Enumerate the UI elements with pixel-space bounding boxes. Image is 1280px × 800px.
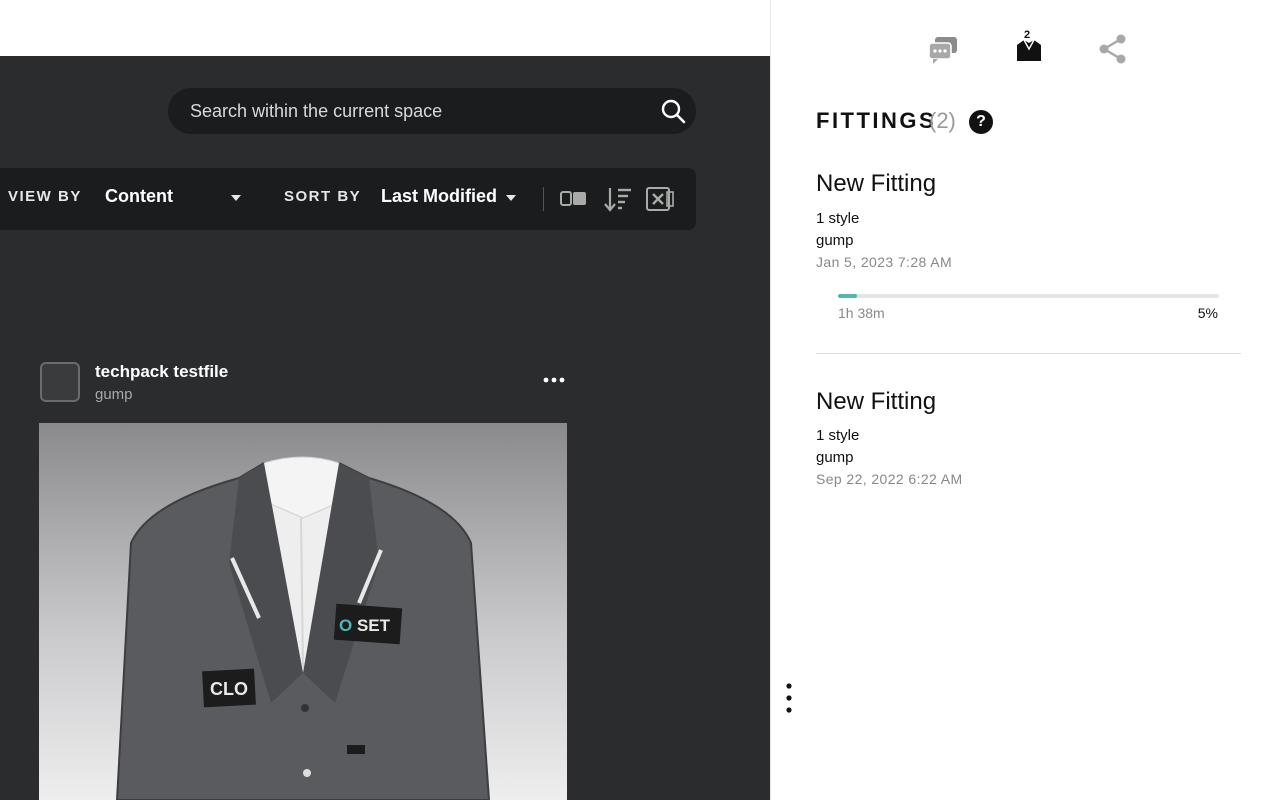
progress-bar <box>838 294 1219 298</box>
panel-resize-handle-icon[interactable] <box>785 682 793 716</box>
side-panel: 2 FITTINGS (2) ? New Fitting 1 style gum… <box>770 0 1280 800</box>
fittings-count: (2) <box>929 108 956 133</box>
fitting-style-count: 1 style <box>816 210 860 227</box>
fitting-tab[interactable]: 2 <box>1013 29 1045 65</box>
chevron-down-icon[interactable] <box>231 195 241 201</box>
sort-by-label: SORT BY <box>284 188 362 205</box>
clo-badge-text: CLO <box>210 679 248 699</box>
select-checkbox[interactable] <box>40 362 80 402</box>
help-icon[interactable]: ? <box>969 110 993 134</box>
sort-by-value[interactable]: Last Modified <box>381 186 497 207</box>
panel-title: FITTINGS <box>816 108 937 133</box>
fitting-owner: gump <box>816 449 854 466</box>
progress-fill <box>838 294 858 298</box>
card-title[interactable]: techpack testfile <box>95 362 228 382</box>
fitting-style-count: 1 style <box>816 427 860 444</box>
fitting-owner: gump <box>816 232 854 249</box>
more-options-icon[interactable] <box>542 372 566 388</box>
fitting-name[interactable]: New Fitting <box>816 170 936 198</box>
search-placeholder[interactable]: Search within the current space <box>190 101 442 122</box>
view-by-label: VIEW BY <box>8 188 82 205</box>
card-owner: gump <box>95 386 133 403</box>
fitting-date: Sep 22, 2022 6:22 AM <box>816 471 963 487</box>
divider <box>816 353 1241 354</box>
comments-icon[interactable] <box>927 33 959 65</box>
progress-percent: 5% <box>1197 305 1218 321</box>
share-icon[interactable] <box>1097 33 1129 65</box>
sort-order-icon[interactable] <box>603 185 633 213</box>
content-area: Search within the current space VIEW BY … <box>0 0 770 800</box>
search-bar[interactable]: Search within the current space <box>168 88 696 134</box>
search-icon[interactable] <box>660 98 686 124</box>
view-sort-toolbar: VIEW BY Content SORT BY Last Modified <box>0 168 696 230</box>
view-toggle-icon[interactable] <box>559 185 589 213</box>
toolbar-divider <box>543 187 544 211</box>
view-by-value[interactable]: Content <box>105 186 173 207</box>
card-thumbnail[interactable]: O SET CLO <box>39 423 567 800</box>
export-excel-icon[interactable] <box>645 185 675 213</box>
top-bar <box>0 0 770 56</box>
jacket-thumbnail-image: O SET CLO <box>115 456 491 800</box>
chevron-down-icon[interactable] <box>506 195 516 201</box>
fitting-name[interactable]: New Fitting <box>816 388 936 416</box>
progress-time: 1h 38m <box>838 305 885 321</box>
fitting-date: Jan 5, 2023 7:28 AM <box>816 254 953 270</box>
fitting-count-badge: 2 <box>1024 29 1031 41</box>
closet-badge-text: O SET <box>339 616 391 635</box>
